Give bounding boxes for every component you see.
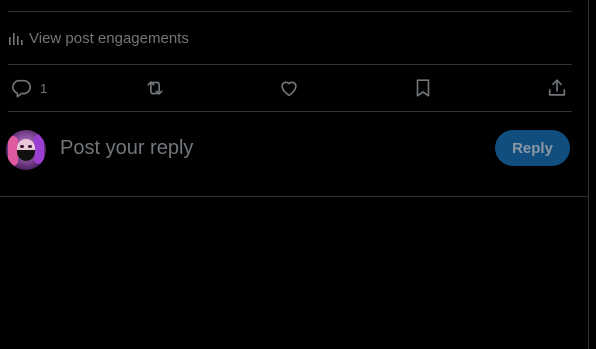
reply-count: 1 — [40, 80, 48, 96]
column-border — [588, 0, 589, 349]
reply-action-button[interactable]: 1 — [10, 77, 47, 99]
reply-input[interactable] — [60, 134, 480, 162]
avatar-hair-right — [34, 134, 44, 164]
bar-chart-icon — [9, 32, 23, 45]
reply-button[interactable]: Reply — [495, 130, 570, 166]
action-bar: 1 — [0, 65, 588, 111]
bookmark-action-button[interactable] — [412, 77, 434, 99]
heart-icon — [281, 81, 297, 97]
repost-icon — [147, 81, 163, 95]
post-detail-panel: View post engagements 1 Post your reply … — [0, 0, 596, 349]
view-engagements-label: View post engagements — [29, 29, 189, 47]
avatar-eye-left — [20, 145, 24, 148]
reply-composer: Reply — [0, 112, 588, 196]
reply-bubble-icon — [12, 79, 31, 98]
like-action-button[interactable] — [278, 77, 300, 99]
share-action-button[interactable] — [546, 77, 568, 99]
view-engagements-link[interactable]: View post engagements — [8, 28, 189, 48]
avatar-mask — [17, 150, 35, 161]
repost-action-button[interactable] — [144, 77, 166, 99]
avatar[interactable] — [6, 130, 46, 170]
bookmark-icon — [416, 79, 430, 97]
divider-bottom — [0, 196, 588, 197]
divider-top — [8, 11, 572, 12]
avatar-eye-right — [28, 145, 32, 148]
share-icon — [548, 79, 566, 96]
